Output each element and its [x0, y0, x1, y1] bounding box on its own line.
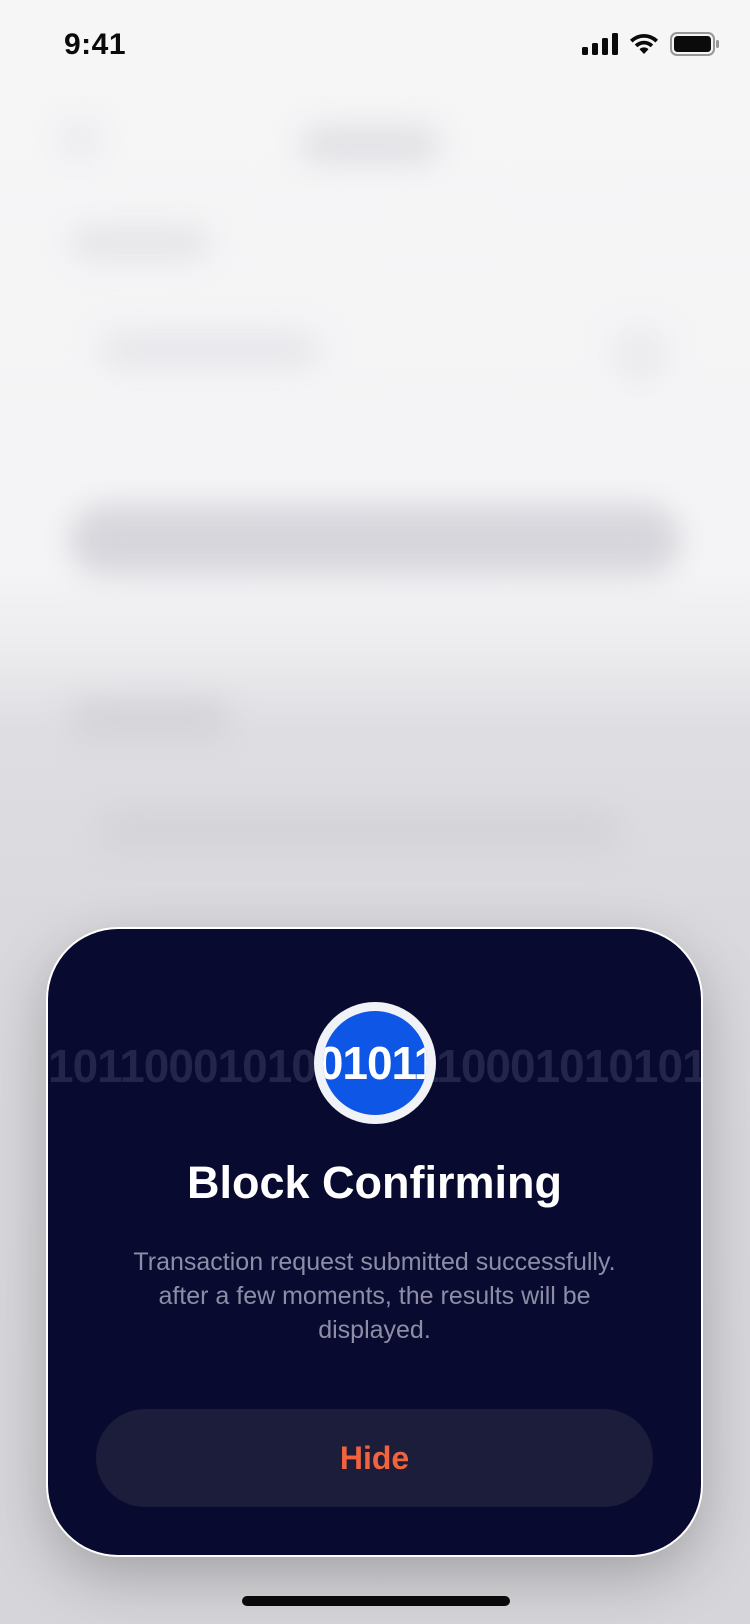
hide-button[interactable]: Hide — [96, 1409, 653, 1507]
status-icons — [582, 32, 720, 56]
blurred-list-row — [100, 810, 620, 850]
battery-icon — [670, 32, 719, 56]
binary-block-icon: 01011 — [314, 1002, 436, 1124]
blurred-back-button — [60, 120, 100, 160]
status-time: 9:41 — [64, 28, 127, 61]
modal-title: Block Confirming — [186, 1157, 562, 1208]
wifi-icon — [630, 34, 658, 54]
blurred-input-field — [100, 330, 320, 370]
cellular-signal-icon — [582, 33, 618, 55]
home-indicator[interactable] — [242, 1596, 510, 1606]
blurred-section-label — [70, 225, 210, 261]
status-bar: 9:41 — [0, 0, 750, 92]
blurred-primary-button — [70, 505, 680, 575]
binary-block-icon-text: 01011 — [323, 1037, 427, 1089]
modal-message: Transaction request submitted successful… — [133, 1248, 616, 1344]
blurred-list-row — [70, 700, 230, 740]
blurred-input-icon — [610, 325, 670, 385]
blurred-header-title — [300, 125, 440, 165]
block-confirming-modal: 1011000101010101100010101010 01011 Block… — [48, 929, 701, 1555]
binary-block-icon-circle: 01011 — [323, 1011, 427, 1115]
